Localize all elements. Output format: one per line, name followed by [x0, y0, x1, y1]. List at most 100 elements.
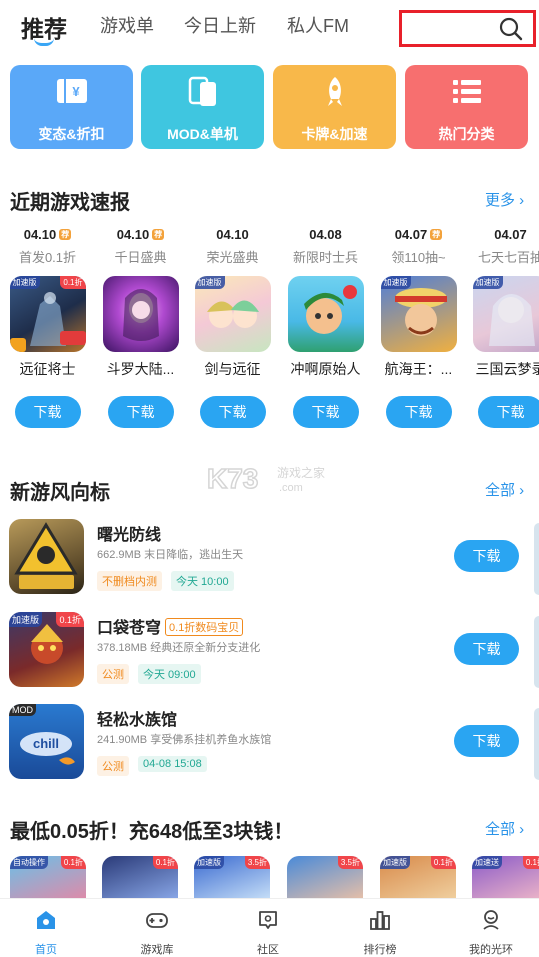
feature-tag: 加速版	[194, 856, 224, 869]
game-card[interactable]: 04.10 荣光盛典 加速版 剑与远征 下载	[186, 226, 279, 428]
recommend-badge: 荐	[430, 229, 443, 240]
new-game-row[interactable]: 曙光防线 662.9MB 末日降临，逃出生天 不删档内测 今天 10:00 下载	[0, 519, 539, 603]
home-icon	[37, 911, 55, 929]
top-nav: 推荐 游戏单 今日上新 私人FM	[0, 0, 539, 56]
promo-game-icon[interactable]: 加速送 0.1折	[472, 856, 539, 900]
speed-version-tag: 加速版	[9, 612, 43, 627]
nav-home[interactable]: 首页	[6, 899, 86, 957]
promo-game-icon[interactable]: 自动操作 0.1折	[10, 856, 86, 900]
game-name: 三国云梦录	[475, 361, 539, 377]
svg-text:.com: .com	[279, 482, 303, 494]
game-card[interactable]: 04.07 荐 领110抽~ 加速版 航海王：... 下载	[372, 226, 465, 428]
tab-game-list[interactable]: 游戏单	[100, 12, 154, 38]
promo-game-icon[interactable]: 加速版 3.5折	[194, 856, 270, 900]
game-icon: 加速版	[380, 276, 457, 352]
game-card[interactable]: 04.08 新限时士兵 冲啊原始人 下载	[279, 226, 372, 428]
game-icon: 加速版 0.1折	[9, 612, 84, 687]
game-event: 七天七百抽	[477, 250, 539, 265]
nav-ranking[interactable]: 排行榜	[340, 899, 420, 957]
svg-text:¥: ¥	[72, 84, 80, 99]
more-link[interactable]: 更多 ›	[485, 189, 524, 210]
feature-tag: 加速版	[380, 856, 410, 869]
download-button[interactable]: 下载	[14, 396, 81, 428]
rocket-icon	[328, 77, 342, 106]
promo-game-icon[interactable]: 加速版 0.1折	[380, 856, 456, 900]
download-button[interactable]: 下载	[292, 396, 359, 428]
all-link[interactable]: 全部 ›	[485, 479, 524, 500]
scroll-peek	[534, 616, 539, 688]
download-button[interactable]: 下载	[454, 540, 519, 572]
category-discount[interactable]: ¥ 变态&折扣	[10, 65, 133, 149]
game-name: 剑与远征	[204, 361, 261, 377]
game-event: 千日盛典	[114, 250, 167, 265]
release-date: 04.07	[394, 227, 428, 242]
game-card[interactable]: 04.07 七天七百抽 加速版 三国云梦录 下载	[464, 226, 539, 428]
recommend-badge: 荐	[152, 229, 165, 240]
section-title-promo: 最低0.05折！充648低至3块钱！	[10, 821, 294, 843]
category-label: 卡牌&加速	[301, 126, 368, 142]
game-card[interactable]: 04.10 荐 千日盛典 斗罗大陆... 下载	[94, 226, 187, 428]
all-link[interactable]: 全部 ›	[485, 818, 524, 839]
discount-tag: 3.5折	[244, 856, 270, 869]
community-icon	[259, 911, 277, 929]
category-card-speed[interactable]: 卡牌&加速	[273, 65, 396, 149]
category-hot[interactable]: 热门分类	[405, 65, 528, 149]
category-label: 热门分类	[438, 126, 495, 142]
game-event: 领110抽~	[391, 250, 446, 265]
game-icon: chill MOD	[9, 704, 84, 779]
download-button[interactable]: 下载	[107, 396, 174, 428]
scroll-peek	[534, 523, 539, 595]
release-time-tag: 今天 09:00	[138, 664, 201, 684]
svg-text:chill: chill	[33, 736, 59, 751]
game-icon	[102, 276, 179, 352]
download-button[interactable]: 下载	[454, 633, 519, 665]
category-mod[interactable]: MOD&单机	[141, 65, 264, 149]
game-title: 口袋苍穹 0.1折数码宝贝	[97, 614, 244, 638]
svg-text:游戏之家: 游戏之家	[277, 465, 325, 480]
nav-community[interactable]: 社区	[228, 899, 308, 957]
game-name: 斗罗大陆...	[106, 361, 175, 377]
tab-private-fm[interactable]: 私人FM	[287, 12, 349, 38]
promo-game-icon[interactable]: 3.5折	[287, 856, 363, 900]
discount-tag: 0.1折	[56, 612, 84, 627]
download-button[interactable]: 下载	[199, 396, 266, 428]
discount-tag: 0.1折	[60, 276, 86, 289]
speed-version-tag: 加速版	[194, 276, 225, 289]
new-game-row[interactable]: chill MOD 轻松水族馆 241.90MB 享受佛系挂机养鱼水族馆 公测 …	[0, 704, 539, 788]
release-date: 04.10	[23, 227, 57, 242]
new-game-row[interactable]: 加速版 0.1折 口袋苍穹 0.1折数码宝贝 378.18MB 经典还原全新分支进…	[0, 612, 539, 696]
discount-tag: 0.1折	[60, 856, 86, 869]
speed-version-tag: 加速版	[9, 276, 40, 289]
speed-version-tag: 加速版	[380, 276, 411, 289]
search-icon	[499, 17, 523, 41]
tab-active-indicator	[34, 38, 54, 46]
speed-version-tag: 加速版	[472, 276, 503, 289]
discount-inline-tag: 0.1折数码宝贝	[165, 618, 244, 636]
search-button[interactable]	[399, 10, 536, 47]
nav-profile[interactable]: 我的光环	[451, 899, 531, 957]
download-button[interactable]: 下载	[385, 396, 452, 428]
nav-label: 游戏库	[140, 944, 174, 956]
game-name: 冲啊原始人	[290, 361, 361, 377]
category-label: MOD&单机	[167, 126, 238, 142]
category-label: 变态&折扣	[38, 126, 105, 142]
promo-game-icon[interactable]: 0.1折	[102, 856, 178, 900]
svg-text:K73: K73	[207, 463, 258, 494]
release-time-tag: 04-08 15:08	[138, 756, 207, 772]
scroll-peek	[534, 708, 539, 780]
section-title-recent: 近期游戏速报	[10, 192, 130, 214]
game-name: 航海王：...	[384, 361, 453, 377]
section-title-new-games: 新游风向标	[10, 482, 110, 504]
download-button[interactable]: 下载	[477, 396, 539, 428]
game-icon: 加速版	[472, 276, 539, 352]
game-name: 远征将士	[19, 361, 76, 377]
cards-icon	[188, 76, 216, 106]
download-button[interactable]: 下载	[454, 725, 519, 757]
game-description: 662.9MB 末日降临，逃出生天	[97, 549, 244, 561]
nav-label: 排行榜	[363, 944, 397, 956]
tab-today-new[interactable]: 今日上新	[184, 12, 256, 38]
game-card[interactable]: 04.10 荐 首发0.1折 加速版 0.1折 远征将士 下载	[1, 226, 94, 428]
watermark-logo: K73 游戏之家 .com	[207, 462, 325, 494]
test-status-tag: 公测	[97, 756, 129, 776]
nav-game-library[interactable]: 游戏库	[117, 899, 197, 957]
